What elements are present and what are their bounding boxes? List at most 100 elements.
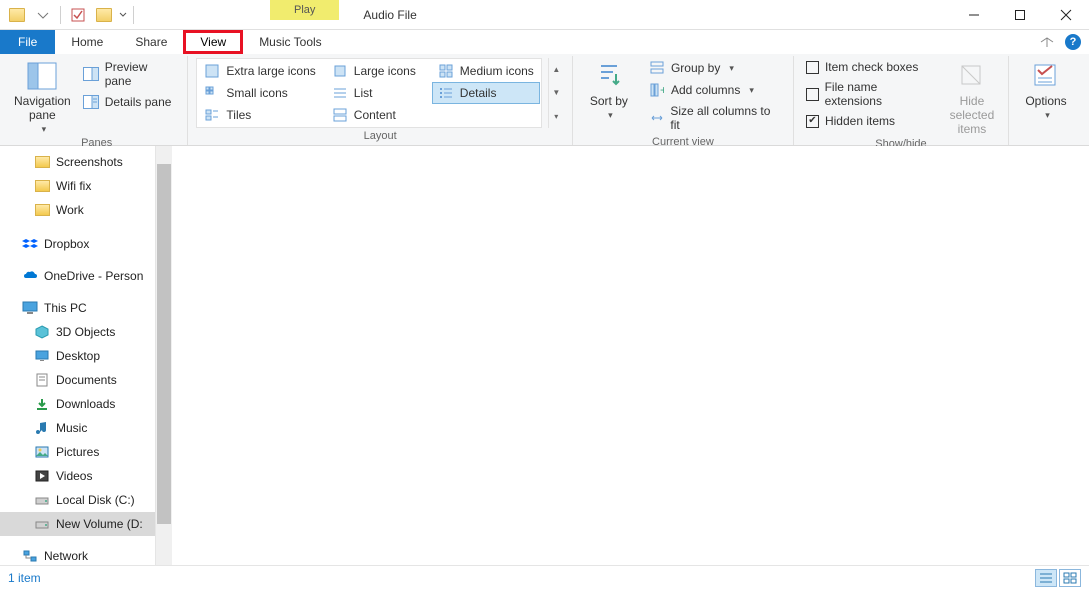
sidebar-item-new-volume[interactable]: New Volume (D: — [0, 512, 155, 536]
svg-text:+: + — [660, 83, 664, 97]
qat-folder[interactable] — [93, 4, 115, 26]
checkbox-unchecked-icon — [806, 88, 819, 101]
hidden-items-toggle[interactable]: ✔ Hidden items — [802, 112, 938, 130]
layout-large[interactable]: Large icons — [326, 60, 428, 82]
close-icon — [1060, 9, 1072, 21]
qat-separator-2 — [133, 6, 134, 24]
minimize-button[interactable] — [951, 0, 997, 30]
options-button[interactable]: Options — [1017, 58, 1075, 127]
status-view-details[interactable] — [1035, 569, 1057, 587]
details-view-icon — [1039, 572, 1053, 584]
layout-list[interactable]: List — [326, 82, 428, 104]
music-icon — [34, 420, 50, 436]
gallery-more-button[interactable]: ▾ — [549, 105, 564, 128]
sidebar-item-3d-objects[interactable]: 3D Objects — [0, 320, 155, 344]
layout-group-label: Layout — [196, 128, 563, 144]
gallery-up-button[interactable]: ▲ — [549, 58, 564, 81]
hide-selected-button[interactable]: Hide selected items — [944, 58, 1000, 136]
ribbon-group-options: Options — [1009, 56, 1083, 145]
sidebar-item-work[interactable]: Work — [0, 198, 155, 222]
sidebar-item-screenshots[interactable]: Screenshots — [0, 150, 155, 174]
navigation-pane-icon — [26, 60, 58, 92]
item-check-label: Item check boxes — [825, 60, 918, 74]
collapse-ribbon-icon[interactable] — [1039, 36, 1055, 48]
close-button[interactable] — [1043, 0, 1089, 30]
details-pane-icon — [83, 94, 99, 110]
tab-home[interactable]: Home — [55, 30, 119, 54]
preview-pane-button[interactable]: Preview pane — [77, 58, 180, 90]
scrollbar-thumb[interactable] — [157, 164, 171, 524]
options-icon — [1030, 60, 1062, 92]
qat-item[interactable] — [32, 4, 54, 26]
sidebar-item-desktop[interactable]: Desktop — [0, 344, 155, 368]
sidebar-item-downloads[interactable]: Downloads — [0, 392, 155, 416]
context-tab-header: Play — [270, 0, 339, 29]
ribbon-tabs: File Home Share View Music Tools ? — [0, 30, 1089, 54]
add-columns-icon: + — [649, 82, 665, 98]
arrow-down-icon — [36, 8, 50, 22]
maximize-icon — [1014, 9, 1026, 21]
file-ext-label: File name extensions — [825, 80, 934, 108]
documents-icon — [34, 372, 50, 388]
status-view-thumbnails[interactable] — [1059, 569, 1081, 587]
sidebar-item-documents[interactable]: Documents — [0, 368, 155, 392]
size-columns-button[interactable]: Size all columns to fit — [643, 102, 785, 134]
app-folder-icon[interactable] — [6, 4, 28, 26]
navigation-pane-button[interactable]: Navigation pane — [14, 58, 71, 135]
add-columns-button[interactable]: + Add columns — [643, 80, 785, 100]
sidebar-label: Pictures — [56, 445, 99, 459]
sort-by-button[interactable]: Sort by — [581, 58, 637, 134]
sidebar-label: Local Disk (C:) — [56, 493, 135, 507]
ribbon-group-show-hide: Item check boxes File name extensions ✔ … — [794, 56, 1009, 145]
file-extensions-toggle[interactable]: File name extensions — [802, 78, 938, 110]
item-check-boxes-toggle[interactable]: Item check boxes — [802, 58, 938, 76]
sidebar-label: OneDrive - Person — [44, 269, 143, 283]
sidebar-label: Screenshots — [56, 155, 123, 169]
layout-extra-large[interactable]: Extra large icons — [198, 60, 321, 82]
tab-file[interactable]: File — [0, 30, 55, 54]
sidebar-item-onedrive[interactable]: OneDrive - Person — [0, 264, 155, 288]
tab-share[interactable]: Share — [119, 30, 183, 54]
pictures-icon — [34, 444, 50, 460]
layout-tiles[interactable]: Tiles — [198, 104, 321, 126]
sidebar-label: Documents — [56, 373, 117, 387]
qat-customize[interactable] — [119, 4, 127, 26]
sidebar-label: Network — [44, 549, 88, 563]
sidebar-item-this-pc[interactable]: This PC — [0, 296, 155, 320]
file-list-area[interactable] — [172, 146, 1089, 565]
hidden-items-label: Hidden items — [825, 114, 895, 128]
dropbox-icon — [22, 236, 38, 252]
sidebar-item-pictures[interactable]: Pictures — [0, 440, 155, 464]
layout-details[interactable]: Details — [432, 82, 540, 104]
sidebar-label: 3D Objects — [56, 325, 115, 339]
sidebar-item-wifi-fix[interactable]: Wifi fix — [0, 174, 155, 198]
extra-large-icons-icon — [204, 63, 220, 79]
tab-view[interactable]: View — [183, 30, 243, 54]
gallery-down-button[interactable]: ▼ — [549, 81, 564, 104]
layout-content[interactable]: Content — [326, 104, 428, 126]
sidebar-scrollbar[interactable] — [156, 146, 172, 565]
status-bar: 1 item — [0, 565, 1089, 589]
sidebar-item-local-disk[interactable]: Local Disk (C:) — [0, 488, 155, 512]
preview-pane-icon — [83, 66, 99, 82]
sidebar-item-network[interactable]: Network — [0, 544, 155, 565]
tree-spacer — [0, 288, 155, 296]
help-button[interactable]: ? — [1065, 34, 1081, 50]
layout-medium[interactable]: Medium icons — [432, 60, 540, 82]
sidebar-label: This PC — [44, 301, 87, 315]
tab-music-tools[interactable]: Music Tools — [243, 30, 337, 54]
qat-properties[interactable] — [67, 4, 89, 26]
group-by-button[interactable]: Group by — [643, 58, 785, 78]
checkbox-icon — [71, 8, 85, 22]
checkbox-checked-icon: ✔ — [806, 115, 819, 128]
maximize-button[interactable] — [997, 0, 1043, 30]
details-pane-button[interactable]: Details pane — [77, 92, 180, 112]
sidebar-item-videos[interactable]: Videos — [0, 464, 155, 488]
list-icon — [332, 85, 348, 101]
minimize-icon — [968, 9, 980, 21]
hide-selected-icon — [956, 60, 988, 92]
sidebar-item-dropbox[interactable]: Dropbox — [0, 232, 155, 256]
layout-small[interactable]: Small icons — [198, 82, 321, 104]
sidebar-item-music[interactable]: Music — [0, 416, 155, 440]
layout-small-label: Small icons — [226, 86, 287, 100]
